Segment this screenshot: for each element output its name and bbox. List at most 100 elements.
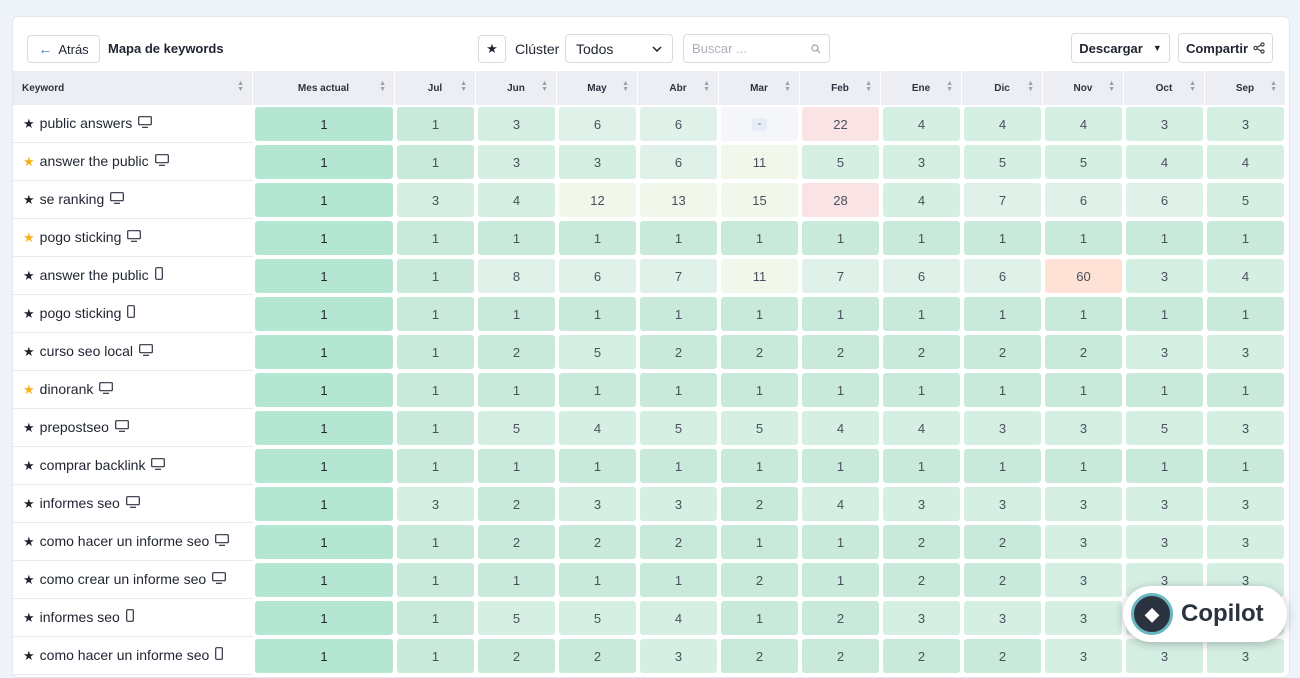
table-row[interactable]: ★ curso seo local 1 1 2 5 2 2 2 2 2 2 3 3	[13, 333, 1286, 371]
column-header-6[interactable]: Mar ▲ ▼	[719, 71, 800, 105]
rank-text: 1	[755, 382, 764, 398]
rank-cell: 7	[962, 181, 1043, 219]
rank-value: 4	[559, 411, 636, 445]
star-icon[interactable]: ★	[23, 192, 35, 207]
keyword-cell[interactable]: ★ comprar backlink	[13, 447, 253, 485]
star-icon[interactable]: ★	[23, 534, 35, 549]
table-row[interactable]: ★ answer the public 1 1 3 3 6 11 5 3 5 5 4 4	[13, 143, 1286, 181]
rank-value: 60	[1045, 259, 1122, 293]
column-header-4[interactable]: May ▲ ▼	[557, 71, 638, 105]
column-header-12[interactable]: Sep ▲ ▼	[1205, 71, 1286, 105]
star-icon[interactable]: ★	[23, 496, 35, 511]
sort-icon[interactable]: ▲ ▼	[946, 80, 953, 93]
column-header-9[interactable]: Dic ▲ ▼	[962, 71, 1043, 105]
keyword-map-panel: ← Atrás Mapa de keywords ★ Clúster Todos…	[12, 16, 1290, 678]
keyword-cell[interactable]: ★ pogo sticking	[13, 219, 253, 257]
column-header-7[interactable]: Feb ▲ ▼	[800, 71, 881, 105]
rank-text: 4	[512, 192, 521, 208]
keyword-cell[interactable]: ★ prepostseo	[13, 409, 253, 447]
rank-text: 2	[755, 344, 764, 360]
keyword-cell[interactable]: ★ como hacer un informe seo	[13, 637, 253, 675]
share-label: Compartir	[1185, 40, 1249, 56]
share-button[interactable]: Compartir	[1178, 33, 1273, 63]
rank-text: 1	[320, 572, 328, 588]
rank-text: 1	[1079, 230, 1088, 246]
keyword-cell[interactable]: ★ public answers	[13, 105, 253, 143]
keyword-cell[interactable]: ★ informes seo	[13, 599, 253, 637]
sort-icon[interactable]: ▲ ▼	[1189, 80, 1196, 93]
rank-cell: 1	[881, 371, 962, 409]
rank-text: 2	[998, 648, 1007, 664]
search-input[interactable]: Buscar ...	[683, 34, 830, 63]
keyword-cell[interactable]: ★ answer the public	[13, 257, 253, 295]
sort-icon[interactable]: ▲ ▼	[541, 80, 548, 93]
column-header-11[interactable]: Oct ▲ ▼	[1124, 71, 1205, 105]
keyword-cell[interactable]: ★ dinorank	[13, 371, 253, 409]
table-row[interactable]: ★ como hacer un informe seo 1 1 2 2 3 2 2 2 2 3 3 3	[13, 637, 1286, 675]
rank-value: 2	[478, 525, 555, 559]
rank-text: 2	[998, 344, 1007, 360]
column-header-3[interactable]: Jun ▲ ▼	[476, 71, 557, 105]
sort-icon[interactable]: ▲ ▼	[1027, 80, 1034, 93]
star-icon[interactable]: ★	[23, 572, 35, 587]
current-rank-value: 1	[255, 107, 393, 141]
arrow-left-icon: ←	[38, 41, 53, 57]
table-row[interactable]: ★ prepostseo 1 1 5 4 5 5 4 4 3 3 5 3	[13, 409, 1286, 447]
star-icon[interactable]: ★	[23, 648, 35, 663]
column-header-8[interactable]: Ene ▲ ▼	[881, 71, 962, 105]
table-row[interactable]: ★informes seo115541233333	[13, 599, 1286, 637]
rank-value: 2	[1045, 335, 1122, 369]
column-header-10[interactable]: Nov ▲ ▼	[1043, 71, 1124, 105]
rank-text: 1	[1160, 306, 1169, 322]
table-row[interactable]: ★ dinorank 1 1 1 1 1 1 1 1 1 1 1 1	[13, 371, 1286, 409]
star-icon[interactable]: ★	[23, 344, 35, 359]
star-icon[interactable]: ★	[23, 268, 35, 283]
keyword-cell[interactable]: ★ answer the public	[13, 143, 253, 181]
sort-icon[interactable]: ▲ ▼	[237, 80, 244, 93]
table-row[interactable]: ★ answer the public 1 1 8 6 7 11 7 6 6 60 3 4	[13, 257, 1286, 295]
table-row[interactable]: ★ como hacer un informe seo 1 1 2 2 2 1 1 2 2 3 3 3	[13, 523, 1286, 561]
star-icon[interactable]: ★	[23, 116, 35, 131]
keyword-cell[interactable]: ★ curso seo local	[13, 333, 253, 371]
keyword-cell[interactable]: ★ como hacer un informe seo	[13, 523, 253, 561]
back-button[interactable]: ← Atrás	[27, 35, 100, 63]
copilot-widget[interactable]: ◆ Copilot	[1123, 586, 1287, 642]
star-icon[interactable]: ★	[23, 306, 35, 321]
star-gold-icon[interactable]: ★	[23, 154, 35, 169]
keyword-cell[interactable]: ★ pogo sticking	[13, 295, 253, 333]
sort-icon[interactable]: ▲ ▼	[784, 80, 791, 93]
table-row[interactable]: ★ como crear un informe seo 1 1 1 1 1 2 1 2 2 3 3 3	[13, 561, 1286, 599]
table-row[interactable]: ★ pogo sticking 1 1 1 1 1 1 1 1 1 1 1 1	[13, 295, 1286, 333]
column-header-2[interactable]: Jul ▲ ▼	[395, 71, 476, 105]
download-button[interactable]: Descargar ▼	[1071, 33, 1170, 63]
rank-value: 2	[478, 639, 555, 673]
column-header-5[interactable]: Abr ▲ ▼	[638, 71, 719, 105]
sort-icon[interactable]: ▲ ▼	[1270, 80, 1277, 93]
sort-icon[interactable]: ▲ ▼	[865, 80, 872, 93]
sort-icon[interactable]: ▲ ▼	[622, 80, 629, 93]
column-header-0[interactable]: Keyword ▲ ▼	[13, 71, 253, 105]
sort-icon[interactable]: ▲ ▼	[460, 80, 467, 93]
cluster-select[interactable]: Todos	[565, 34, 673, 63]
rank-text: 2	[998, 534, 1007, 550]
keyword-cell[interactable]: ★ se ranking	[13, 181, 253, 219]
star-gold-icon[interactable]: ★	[23, 382, 35, 397]
favorites-filter-button[interactable]: ★	[478, 35, 506, 63]
sort-icon[interactable]: ▲ ▼	[1108, 80, 1115, 93]
sort-icon[interactable]: ▲ ▼	[379, 80, 386, 93]
star-icon[interactable]: ★	[23, 458, 35, 473]
keyword-cell[interactable]: ★ como crear un informe seo	[13, 561, 253, 599]
column-header-1[interactable]: Mes actual ▲ ▼	[253, 71, 395, 105]
table-row[interactable]: ★ se ranking 1 3 4 12 13 15 28 4 7 6 6 5	[13, 181, 1286, 219]
star-icon[interactable]: ★	[23, 610, 35, 625]
rank-cell: 12	[557, 181, 638, 219]
keyword-cell[interactable]: ★ informes seo	[13, 485, 253, 523]
sort-icon[interactable]: ▲ ▼	[703, 80, 710, 93]
star-gold-icon[interactable]: ★	[23, 230, 35, 245]
table-row[interactable]: ★ pogo sticking 1 1 1 1 1 1 1 1 1 1 1 1	[13, 219, 1286, 257]
star-icon[interactable]: ★	[23, 420, 35, 435]
table-row[interactable]: ★ comprar backlink 1 1 1 1 1 1 1 1 1 1 1 1	[13, 447, 1286, 485]
rank-text: 6	[593, 268, 602, 284]
table-row[interactable]: ★ public answers 1 1 3 6 6 - 22 4 4 4 3 3	[13, 105, 1286, 143]
table-row[interactable]: ★ informes seo 1 3 2 3 3 2 4 3 3 3 3 3	[13, 485, 1286, 523]
